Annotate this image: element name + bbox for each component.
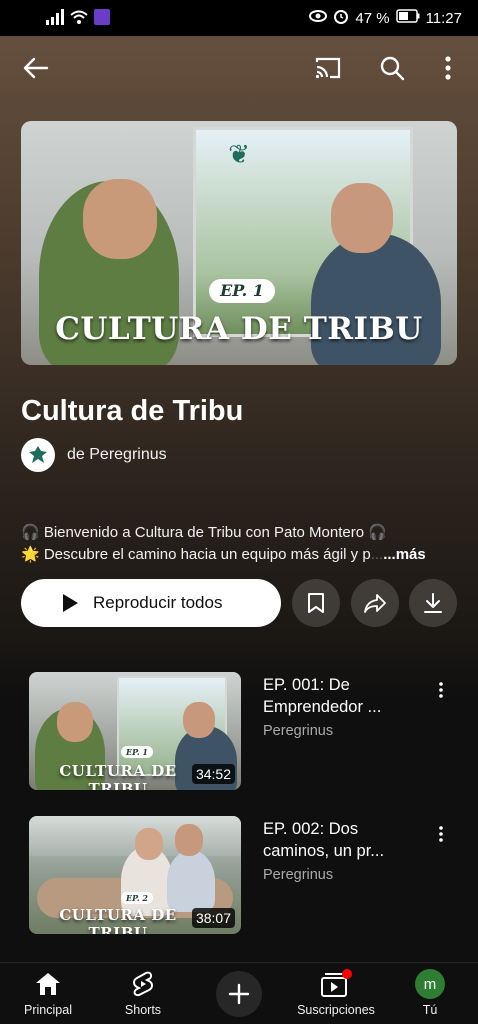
play-all-label: Reproducir todos (93, 593, 223, 612)
create-button[interactable] (216, 971, 262, 1017)
host-image (167, 850, 215, 912)
plus-icon (228, 983, 250, 1005)
download-button[interactable] (409, 579, 457, 627)
clock: 11:27 (425, 9, 462, 27)
download-icon (424, 593, 442, 613)
description-more-link[interactable]: ...más (383, 546, 426, 563)
channel-avatar[interactable] (21, 438, 55, 472)
share-button[interactable] (351, 579, 399, 627)
tribe-logo-icon: ❦ (228, 139, 250, 169)
status-bar: 47 % 11:27 (0, 0, 478, 36)
top-app-bar (0, 36, 478, 100)
subscriptions-icon (286, 969, 386, 999)
video-thumbnail[interactable]: EP. 2 CULTURA DE TRIBU 38:07 (29, 816, 241, 934)
shorts-icon (95, 969, 191, 999)
episode-badge: EP. 2 (121, 892, 153, 904)
video-menu-button[interactable] (429, 822, 453, 846)
video-channel[interactable]: Peregrinus (263, 723, 333, 739)
video-thumbnail[interactable]: EP. 1 CULTURA DE TRIBU 34:52 (29, 672, 241, 790)
playlist-actions: Reproducir todos (21, 579, 461, 627)
thumbnail-overlay-title: CULTURA DE TRIBU (59, 762, 177, 790)
nav-label: Principal (24, 1003, 72, 1017)
cast-icon (315, 57, 341, 79)
nav-item-subscriptions[interactable]: Suscripciones (286, 969, 386, 1017)
play-all-button[interactable]: Reproducir todos (21, 579, 281, 627)
play-icon (63, 594, 78, 612)
video-item[interactable]: EP. 2 CULTURA DE TRIBU 38:07 EP. 002: Do… (29, 816, 469, 936)
search-icon (380, 56, 405, 81)
status-right: 47 % 11:27 (309, 8, 462, 28)
video-duration: 38:07 (191, 908, 235, 928)
save-playlist-button[interactable] (292, 579, 340, 627)
description-text: 🌟 Descubre el camino hacia un equipo más… (21, 546, 371, 563)
playlist-description[interactable]: 🎧 Bienvenido a Cultura de Tribu con Pato… (21, 522, 461, 566)
wifi-icon (70, 9, 88, 25)
description-line: 🎧 Bienvenido a Cultura de Tribu con Pato… (21, 524, 387, 541)
playlist-title: Cultura de Tribu (21, 395, 244, 427)
nav-label: Suscripciones (297, 1003, 375, 1017)
host-right-face (331, 183, 393, 253)
nav-label: Shorts (124, 1003, 162, 1017)
search-button[interactable] (374, 50, 410, 86)
home-icon (0, 969, 96, 999)
host-right-face (183, 702, 215, 738)
video-duration: 34:52 (191, 764, 235, 784)
host-face (175, 824, 203, 856)
share-icon (364, 594, 386, 613)
video-title[interactable]: EP. 002: Dos caminos, un pr... (263, 818, 413, 862)
episode-badge: EP. 1 (121, 746, 153, 758)
guest-face (135, 828, 163, 860)
app-notification-icon (94, 9, 110, 25)
cast-button[interactable] (310, 50, 346, 86)
bottom-navigation: Principal Shorts Suscripciones m Tú (0, 962, 478, 1024)
peregrinus-logo-icon (29, 446, 47, 463)
thumbnail-overlay-title: CULTURA DE TRIBU (55, 311, 423, 347)
description-fade: ... (370, 546, 384, 563)
host-left-face (57, 702, 93, 742)
thumbnail-overlay-title: CULTURA DE TRIBU (59, 906, 177, 934)
back-button[interactable] (18, 50, 54, 86)
channel-link[interactable]: de Peregrinus (21, 438, 167, 472)
more-vert-icon (445, 56, 451, 80)
nav-item-shorts[interactable]: Shorts (95, 969, 191, 1017)
battery-percent: 47 % (355, 9, 390, 27)
status-left (46, 9, 110, 25)
episode-badge: EP. 1 (209, 279, 275, 303)
description-line: 🌟 Descubre el camino hacia un equipo más… (21, 544, 461, 566)
channel-name[interactable]: de Peregrinus (67, 446, 167, 464)
playlist-thumbnail[interactable]: ❦ EP. 1 CULTURA DE TRIBU (21, 121, 457, 365)
battery-icon (395, 9, 420, 27)
host-left-face (83, 179, 157, 259)
video-menu-button[interactable] (429, 678, 453, 702)
eye-icon (309, 9, 328, 27)
nav-item-you[interactable]: m Tú (382, 969, 478, 1017)
video-channel[interactable]: Peregrinus (263, 867, 333, 883)
more-vert-icon (439, 826, 443, 842)
more-options-button[interactable] (430, 50, 466, 86)
you-avatar-icon: m (382, 969, 478, 999)
video-title[interactable]: EP. 001: De Emprendedor ... (263, 674, 413, 718)
video-item[interactable]: EP. 1 CULTURA DE TRIBU 34:52 EP. 001: De… (29, 672, 469, 792)
more-vert-icon (439, 682, 443, 698)
avatar: m (415, 969, 445, 999)
nav-item-home[interactable]: Principal (0, 969, 96, 1017)
bookmark-icon (308, 593, 324, 613)
nav-label: Tú (422, 1003, 438, 1017)
back-arrow-icon (23, 57, 49, 79)
alarm-icon (333, 8, 349, 28)
signal-icon (46, 9, 64, 25)
